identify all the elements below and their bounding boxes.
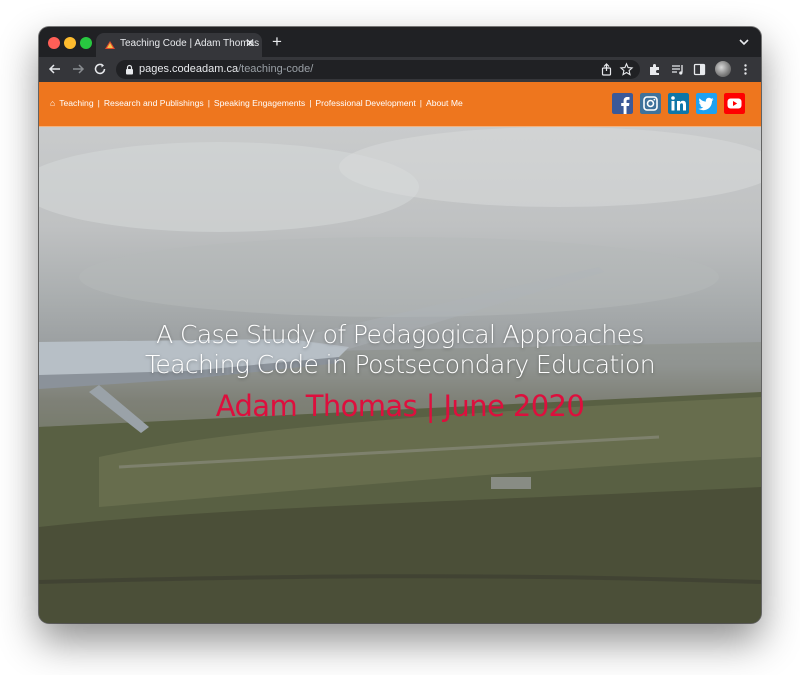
nav-item-teaching[interactable]: ⌂ Teaching — [50, 98, 94, 108]
url-text[interactable]: pages.codeadam.ca/teaching-code/ — [139, 63, 313, 75]
browser-toolbar: pages.codeadam.ca/teaching-code/ — [39, 57, 761, 82]
nav-separator: | — [97, 98, 100, 108]
nav-separator: | — [309, 98, 312, 108]
hero-title-line-1: A Case Study of Pedagogical Approaches — [156, 320, 644, 349]
minimize-window-button[interactable] — [64, 37, 76, 49]
tab-close-icon[interactable]: ✕ — [245, 36, 255, 50]
profile-avatar[interactable] — [715, 61, 731, 77]
url-host: pages.codeadam.ca — [139, 63, 239, 75]
address-bar[interactable]: pages.codeadam.ca/teaching-code/ — [116, 60, 640, 79]
tab-strip: Teaching Code | Adam Thomas ✕ + — [39, 27, 761, 57]
nav-item-label: Teaching — [59, 98, 94, 108]
instagram-icon[interactable] — [640, 93, 661, 114]
share-icon[interactable] — [599, 62, 614, 77]
site-favicon-icon — [104, 39, 116, 51]
facebook-icon[interactable] — [612, 93, 633, 114]
home-icon: ⌂ — [50, 98, 56, 108]
hero-title-line-2: Teaching Code in Postsecondary Education — [144, 350, 656, 379]
hero-author-date: Adam Thomas | June 2020 — [215, 389, 585, 423]
nav-separator: | — [419, 98, 422, 108]
nav-item-speaking[interactable]: Speaking Engagements — [214, 98, 305, 108]
site-navbar: ⌂ Teaching | Research and Publishings | Speak… — [39, 82, 761, 127]
new-tab-button[interactable]: + — [272, 32, 282, 52]
web-page: ⌂ Teaching | Research and Publishings | Speak… — [39, 82, 761, 623]
maximize-window-button[interactable] — [80, 37, 92, 49]
bookmark-star-icon[interactable] — [619, 62, 634, 77]
tab-search-icon[interactable] — [737, 35, 751, 49]
back-icon[interactable] — [47, 61, 63, 77]
more-menu-icon[interactable] — [738, 62, 753, 77]
close-window-button[interactable] — [48, 37, 60, 49]
forward-icon[interactable] — [70, 61, 86, 77]
building-shape — [491, 477, 531, 489]
reload-icon[interactable] — [92, 61, 108, 77]
nav-separator: | — [207, 98, 210, 108]
youtube-icon[interactable] — [724, 93, 745, 114]
tab-title: Teaching Code | Adam Thomas — [120, 38, 260, 49]
media-control-icon[interactable] — [670, 62, 685, 77]
hero-banner: A Case Study of Pedagogical Approaches T… — [39, 127, 761, 623]
browser-window: Teaching Code | Adam Thomas ✕ + pages.co… — [39, 27, 761, 623]
nav-item-research[interactable]: Research and Publishings — [104, 98, 204, 108]
twitter-icon[interactable] — [696, 93, 717, 114]
side-panel-icon[interactable] — [692, 62, 707, 77]
extensions-icon[interactable] — [647, 62, 662, 77]
browser-tab[interactable]: Teaching Code | Adam Thomas ✕ — [96, 33, 262, 57]
linkedin-icon[interactable] — [668, 93, 689, 114]
site-nav-links: ⌂ Teaching | Research and Publishings | Speak… — [50, 98, 463, 108]
nav-item-professional-development[interactable]: Professional Development — [315, 98, 415, 108]
url-path: /teaching-code/ — [238, 63, 314, 75]
nav-item-about-me[interactable]: About Me — [426, 98, 463, 108]
lock-icon[interactable] — [125, 64, 134, 75]
